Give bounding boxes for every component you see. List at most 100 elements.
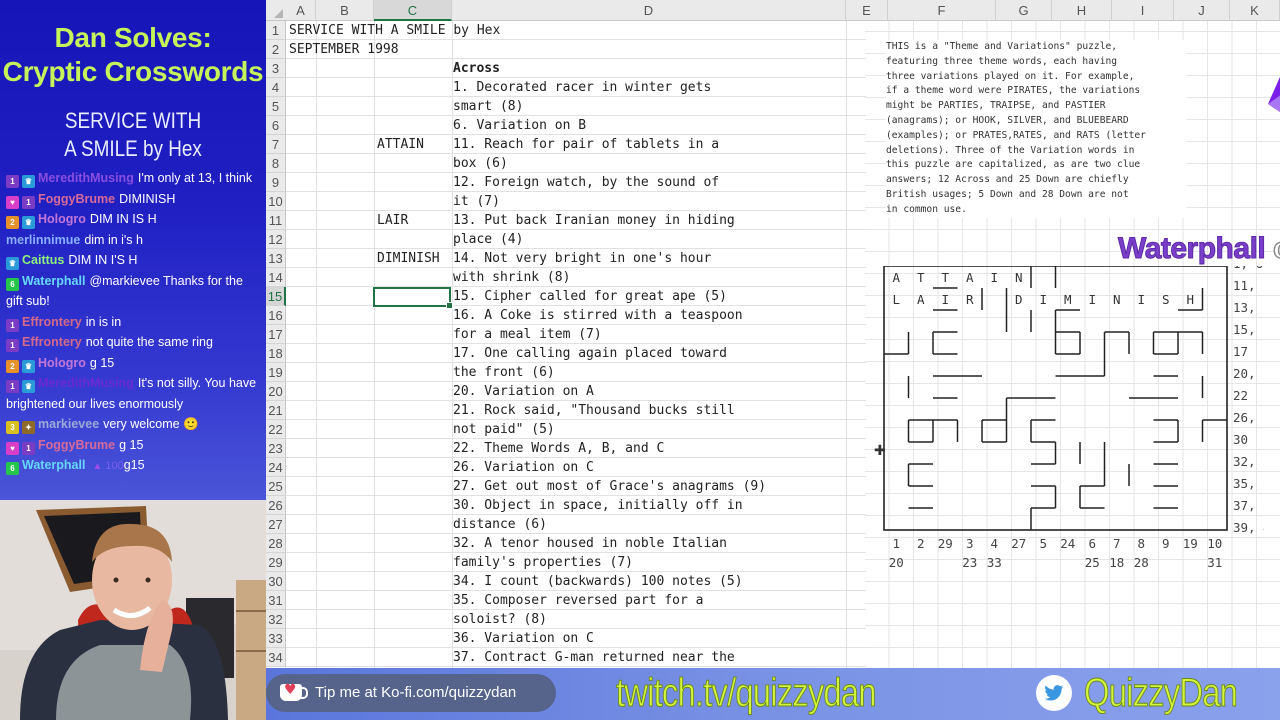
clue-line[interactable]: 12. Foreign watch, by the sound of [450, 173, 719, 192]
chat-username[interactable]: Effrontery [22, 335, 82, 349]
column-header-I[interactable]: I [1112, 0, 1174, 21]
row-header-9[interactable]: 9 [266, 173, 286, 192]
crossword-letter[interactable]: N [1113, 292, 1121, 307]
column-header-E[interactable]: E [846, 0, 888, 21]
row-header-20[interactable]: 20 [266, 382, 286, 401]
column-header-H[interactable]: H [1052, 0, 1112, 21]
crossword-letter[interactable]: A [966, 270, 974, 285]
clue-line[interactable]: 26. Variation on C [450, 458, 594, 477]
crossword-letter[interactable]: A [917, 292, 925, 307]
row-header-13[interactable]: 13 [266, 249, 286, 268]
column-header-F[interactable]: F [888, 0, 996, 21]
clue-line[interactable]: 30. Object in space, initially off in [450, 496, 743, 515]
chat-username[interactable]: Waterphall [22, 458, 85, 472]
chat-username[interactable]: Waterphall [22, 274, 85, 288]
row-header-11[interactable]: 11 [266, 211, 286, 230]
clue-line[interactable]: 1. Decorated racer in winter gets [450, 78, 711, 97]
clues-heading[interactable]: Across [450, 59, 500, 78]
row-header-22[interactable]: 22 [266, 420, 286, 439]
row-header-28[interactable]: 28 [266, 534, 286, 553]
row-header-24[interactable]: 24 [266, 458, 286, 477]
column-header-B[interactable]: B [316, 0, 374, 21]
row-header-27[interactable]: 27 [266, 515, 286, 534]
worksheet[interactable]: SERVICE WITH A SMILE by Hex SEPTEMBER 19… [286, 21, 1280, 668]
crossword-letter[interactable]: I [941, 292, 949, 307]
clue-line[interactable]: 11. Reach for pair of tablets in a [450, 135, 719, 154]
chat-username[interactable]: merlinnimue [6, 233, 80, 247]
chat-username[interactable]: Caittus [22, 253, 64, 267]
row-header-10[interactable]: 10 [266, 192, 286, 211]
row-header-3[interactable]: 3 [266, 59, 286, 78]
selected-cell-C15[interactable] [373, 287, 453, 309]
crossword-letter[interactable]: H [1186, 292, 1194, 307]
row-header-33[interactable]: 33 [266, 629, 286, 648]
chat-username[interactable]: FoggyBrume [38, 192, 115, 206]
clue-line[interactable]: 35. Composer reversed part for a [450, 591, 703, 610]
clue-line[interactable]: 32. A tenor housed in noble Italian [450, 534, 727, 553]
crossword-letter[interactable]: I [990, 270, 998, 285]
clue-line[interactable]: 22. Theme Words A, B, and C [450, 439, 664, 458]
answer-cell[interactable]: ATTAIN [374, 135, 424, 154]
row-header-17[interactable]: 17 [266, 325, 286, 344]
crossword-grid[interactable]: ATTAINLAIRDIMINISH1, 611, 1213, 1415, 16… [864, 266, 1264, 596]
row-header-21[interactable]: 21 [266, 401, 286, 420]
chat-username[interactable]: Hologro [38, 212, 86, 226]
column-header-D[interactable]: D [452, 0, 846, 21]
clue-line[interactable]: 16. A Coke is stirred with a teaspoon [450, 306, 743, 325]
crossword-letter[interactable]: D [1015, 292, 1023, 307]
row-header-34[interactable]: 34 [266, 648, 286, 667]
clue-line[interactable]: the front (6) [450, 363, 555, 382]
clue-line[interactable]: it (7) [450, 192, 500, 211]
row-header-4[interactable]: 4 [266, 78, 286, 97]
row-header-26[interactable]: 26 [266, 496, 286, 515]
clue-line[interactable]: not paid" (5) [450, 420, 555, 439]
row-header-2[interactable]: 2 [266, 40, 286, 59]
clue-line[interactable]: place (4) [450, 230, 523, 249]
clue-line[interactable]: for a meal item (7) [450, 325, 602, 344]
clue-line[interactable]: 27. Get out most of Grace's anagrams (9) [450, 477, 766, 496]
row-header-16[interactable]: 16 [266, 306, 286, 325]
row-header-32[interactable]: 32 [266, 610, 286, 629]
clue-line[interactable]: box (6) [450, 154, 508, 173]
row-header-14[interactable]: 14 [266, 268, 286, 287]
clue-line[interactable]: 13. Put back Iranian money in hiding [450, 211, 735, 230]
clue-line[interactable]: smart (8) [450, 97, 523, 116]
clue-line[interactable]: family's properties (7) [450, 553, 633, 572]
clue-line[interactable]: with shrink (8) [450, 268, 570, 287]
chat-username[interactable]: Effrontery [22, 315, 82, 329]
clue-line[interactable]: 6. Variation on B [450, 116, 586, 135]
row-header-19[interactable]: 19 [266, 363, 286, 382]
crossword-letter[interactable]: I [1088, 292, 1096, 307]
row-header-15[interactable]: 15 [266, 287, 286, 306]
clue-line[interactable]: distance (6) [450, 515, 547, 534]
row-header-8[interactable]: 8 [266, 154, 286, 173]
answer-cell[interactable]: LAIR [374, 211, 408, 230]
clue-line[interactable]: 34. I count (backwards) 100 notes (5) [450, 572, 743, 591]
crossword-letter[interactable]: T [941, 270, 949, 285]
row-header-29[interactable]: 29 [266, 553, 286, 572]
crossword-letter[interactable]: I [1137, 292, 1145, 307]
row-header-6[interactable]: 6 [266, 116, 286, 135]
clue-line[interactable]: 21. Rock said, "Thousand bucks still [450, 401, 735, 420]
row-header-31[interactable]: 31 [266, 591, 286, 610]
chat-username[interactable]: MeredithMusing [38, 376, 134, 390]
crossword-letter[interactable]: A [892, 270, 900, 285]
column-header-J[interactable]: J [1174, 0, 1230, 21]
crossword-letter[interactable]: S [1162, 292, 1170, 307]
crossword-letter[interactable]: R [966, 292, 974, 307]
chat-username[interactable]: Hologro [38, 356, 86, 370]
clue-line[interactable]: 37. Contract G-man returned near the [450, 648, 735, 667]
clue-line[interactable]: 17. One calling again placed toward [450, 344, 727, 363]
column-header-G[interactable]: G [996, 0, 1052, 21]
clue-line[interactable]: 15. Cipher called for great ape (5) [450, 287, 727, 306]
answer-cell[interactable]: DIMINISH [374, 249, 440, 268]
clue-line[interactable]: soloist? (8) [450, 610, 547, 629]
twitch-url[interactable]: twitch.tv/quizzydan [616, 668, 877, 718]
crossword-letter[interactable]: M [1064, 292, 1072, 307]
clue-line[interactable]: 20. Variation on A [450, 382, 594, 401]
chat-username[interactable]: markievee [38, 417, 99, 431]
column-header-A[interactable]: A [286, 0, 316, 21]
cell-A2-date[interactable]: SEPTEMBER 1998 [286, 40, 399, 59]
clue-line[interactable]: 14. Not very bright in one's hour [450, 249, 711, 268]
kofi-tip-banner[interactable]: Tip me at Ko-fi.com/quizzydan [266, 674, 556, 712]
